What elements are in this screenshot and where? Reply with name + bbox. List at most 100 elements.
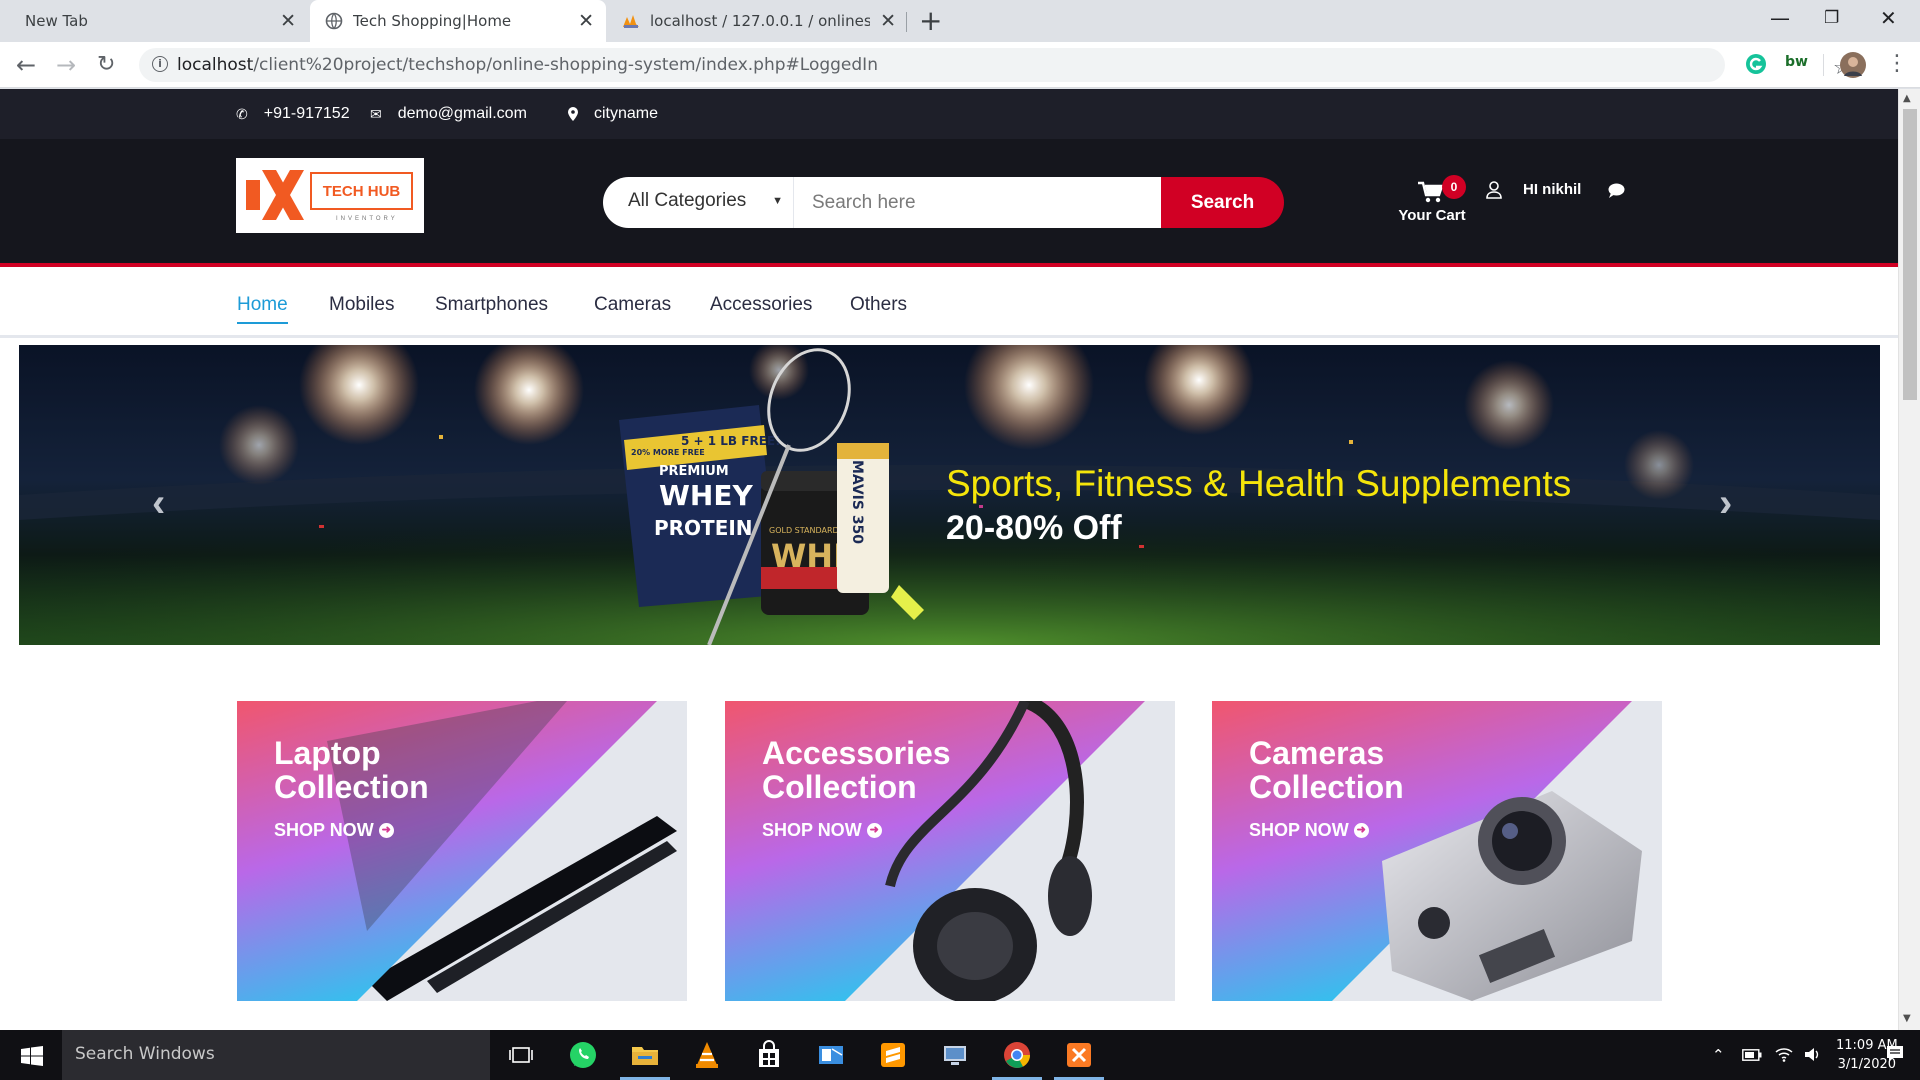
- reload-icon[interactable]: ↻: [97, 51, 115, 79]
- search-form: All Categories ▼ Search: [603, 177, 1284, 228]
- logo-subtext: INVENTORY: [336, 216, 398, 222]
- nav-link-cameras[interactable]: Cameras: [594, 294, 671, 316]
- windows-start-icon[interactable]: [21, 1046, 43, 1066]
- shop-now-link[interactable]: SHOP NOW ➜: [1249, 820, 1369, 841]
- remote-desktop-icon[interactable]: [939, 1039, 971, 1071]
- product-label-protein: PROTEIN: [654, 516, 753, 540]
- restore-icon[interactable]: ❐: [1824, 5, 1839, 31]
- collection-card-accessories[interactable]: Accessories Collection SHOP NOW ➜: [725, 701, 1175, 1001]
- logo-text: TECH HUB: [310, 172, 413, 210]
- page-scrollbar[interactable]: ▲ ▼: [1898, 89, 1920, 1030]
- url-text[interactable]: localhost/client%20project/techshop/onli…: [177, 55, 878, 75]
- taskbar-search-input[interactable]: Search Windows: [62, 1030, 490, 1080]
- forward-arrow-icon[interactable]: →: [56, 51, 76, 79]
- slider-next-arrow-icon[interactable]: ›: [1719, 483, 1732, 523]
- profile-avatar[interactable]: [1840, 52, 1866, 78]
- main-nav: Home Mobiles Smartphones Cameras Accesso…: [0, 267, 1898, 338]
- outlook-icon[interactable]: [815, 1039, 847, 1071]
- tab-phpmyadmin[interactable]: localhost / 127.0.0.1 / onlineshop ✕: [608, 0, 908, 42]
- tab-new-tab[interactable]: New Tab ✕: [8, 0, 308, 42]
- user-icon[interactable]: [1486, 181, 1502, 199]
- plus-icon[interactable]: +: [919, 6, 942, 36]
- scroll-down-arrow-icon[interactable]: ▼: [1903, 1013, 1911, 1024]
- wifi-icon[interactable]: [1775, 1046, 1793, 1062]
- site-logo[interactable]: TECH HUB INVENTORY: [236, 158, 424, 233]
- globe-icon: [325, 12, 343, 30]
- product-label-premium: WHEY: [659, 479, 753, 512]
- shop-now-link[interactable]: SHOP NOW ➜: [274, 820, 394, 841]
- whatsapp-icon[interactable]: [567, 1039, 599, 1071]
- nav-link-others[interactable]: Others: [850, 294, 907, 316]
- info-icon[interactable]: i: [152, 56, 168, 72]
- location-info[interactable]: cityname: [568, 105, 658, 123]
- scrollbar-thumb[interactable]: [1903, 109, 1917, 400]
- city-text: cityname: [594, 105, 659, 122]
- microsoft-store-icon[interactable]: [753, 1039, 785, 1071]
- tab-title: localhost / 127.0.0.1 / onlineshop: [650, 12, 870, 30]
- card-title-line1: Laptop: [274, 735, 381, 771]
- close-tab-icon[interactable]: ✕: [280, 11, 296, 31]
- arrow-circle-right-icon: ➜: [1353, 823, 1369, 838]
- search-input[interactable]: [794, 177, 1164, 228]
- browser-tab-strip: New Tab ✕ Tech Shopping|Home ✕ localhost…: [0, 0, 1920, 42]
- toolbar-divider: [1823, 54, 1824, 76]
- close-window-icon[interactable]: ✕: [1880, 5, 1897, 31]
- chrome-icon[interactable]: [1001, 1039, 1033, 1071]
- notification-center-icon[interactable]: [1886, 1045, 1904, 1063]
- minimize-icon[interactable]: —: [1770, 5, 1790, 31]
- tab-title: New Tab: [25, 12, 88, 30]
- battery-icon[interactable]: [1742, 1049, 1762, 1061]
- scroll-up-arrow-icon[interactable]: ▲: [1903, 93, 1911, 104]
- xampp-icon[interactable]: [1063, 1039, 1095, 1071]
- phone-icon: ✆: [236, 105, 248, 122]
- card-title: Laptop Collection: [274, 736, 604, 804]
- hero-slider[interactable]: WHEY PROTEIN PREMIUM 5 + 1 LB FREE! 20% …: [19, 345, 1880, 645]
- shop-now-link[interactable]: SHOP NOW ➜: [762, 820, 882, 841]
- x-logo-icon: [246, 170, 304, 220]
- nav-link-smartphones[interactable]: Smartphones: [435, 294, 548, 316]
- file-explorer-icon[interactable]: [629, 1039, 661, 1071]
- close-tab-icon[interactable]: ✕: [880, 11, 896, 31]
- category-select[interactable]: All Categories ▼: [603, 177, 794, 228]
- phone-info[interactable]: ✆ +91-917152: [236, 105, 350, 123]
- bw-extension-icon[interactable]: bw: [1785, 54, 1808, 70]
- collection-card-cameras[interactable]: Cameras Collection SHOP NOW ➜: [1212, 701, 1662, 1001]
- tab-tech-shopping[interactable]: Tech Shopping|Home ✕: [310, 0, 606, 42]
- card-title-line2: Collection: [1249, 769, 1404, 805]
- user-greeting[interactable]: HI nikhil: [1523, 181, 1581, 198]
- address-bar[interactable]: i localhost/client%20project/techshop/on…: [139, 48, 1851, 82]
- vlc-icon[interactable]: [691, 1039, 723, 1071]
- card-title-line1: Accessories: [762, 735, 951, 771]
- nav-link-mobiles[interactable]: Mobiles: [329, 294, 394, 316]
- nav-link-home[interactable]: Home: [237, 294, 288, 324]
- menu-kebab-icon[interactable]: ⋮: [1886, 50, 1908, 78]
- phone-text: +91-917152: [263, 105, 350, 122]
- back-arrow-icon[interactable]: ←: [16, 51, 36, 79]
- slide-title: Sports, Fitness & Health Supplements: [946, 463, 1572, 504]
- phpmyadmin-icon: [623, 15, 639, 28]
- chevron-up-icon[interactable]: ⌃: [1712, 1046, 1725, 1064]
- email-info[interactable]: ✉ demo@gmail.com: [370, 105, 527, 123]
- cart-label: Your Cart: [1398, 207, 1466, 224]
- close-tab-icon[interactable]: ✕: [578, 11, 594, 31]
- tab-title: Tech Shopping|Home: [353, 12, 512, 30]
- map-marker-icon: [568, 107, 578, 121]
- chat-bubble-icon[interactable]: [1608, 183, 1625, 198]
- slide-caption: Sports, Fitness & Health Supplements 20-…: [946, 463, 1571, 548]
- collections-row: Laptop Collection SHOP NOW ➜ Accessories…: [0, 701, 1898, 1001]
- shop-now-text: SHOP NOW: [274, 820, 374, 840]
- card-title: Accessories Collection: [762, 736, 1092, 804]
- sublime-text-icon[interactable]: [877, 1039, 909, 1071]
- card-title: Cameras Collection: [1249, 736, 1579, 804]
- search-button[interactable]: Search: [1161, 177, 1284, 228]
- collection-card-laptop[interactable]: Laptop Collection SHOP NOW ➜: [237, 701, 687, 1001]
- grammarly-icon[interactable]: [1745, 53, 1767, 75]
- shopping-cart-icon: [1418, 181, 1444, 203]
- nav-link-accessories[interactable]: Accessories: [710, 294, 812, 316]
- task-view-icon[interactable]: [505, 1039, 537, 1071]
- product-label-free: 5 + 1 LB FREE!: [681, 434, 781, 448]
- slider-prev-arrow-icon[interactable]: ‹: [152, 483, 165, 523]
- slide-subtitle: 20-80% Off: [946, 509, 1122, 547]
- volume-icon[interactable]: [1804, 1047, 1820, 1062]
- cart-button[interactable]: 0 Your Cart: [1392, 175, 1472, 235]
